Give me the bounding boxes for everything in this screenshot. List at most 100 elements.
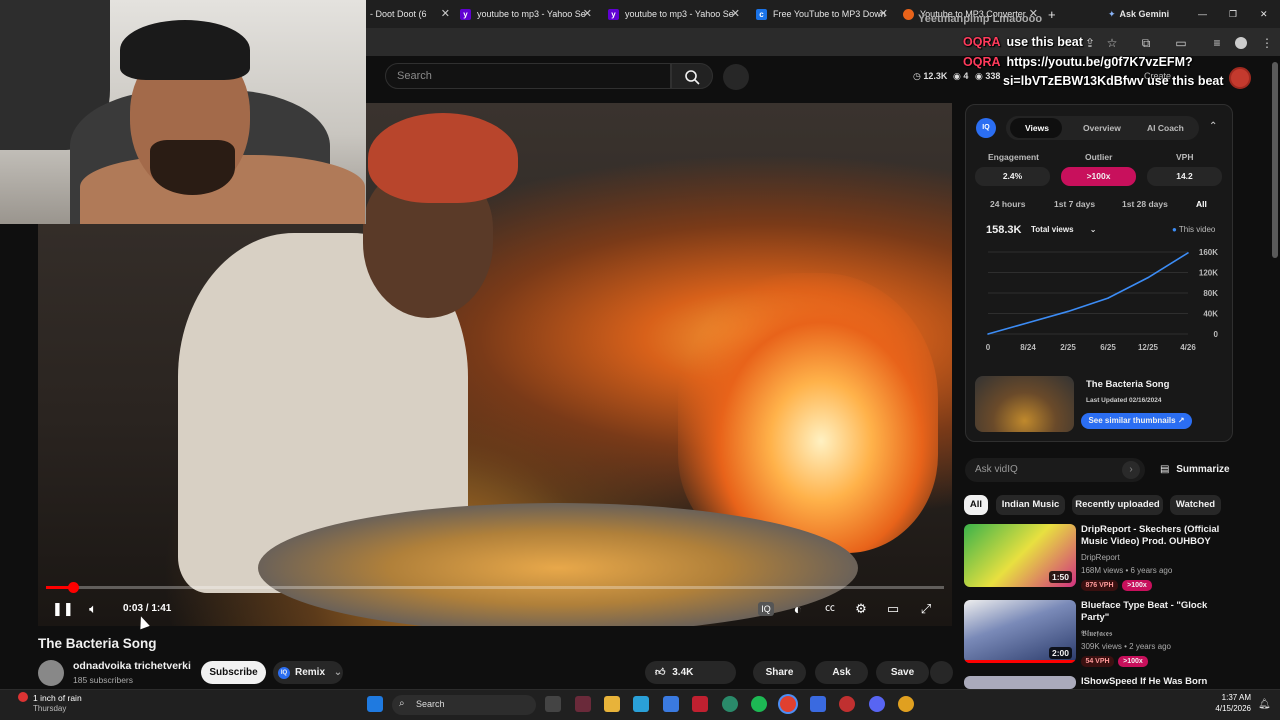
notification-bell-icon[interactable]: 🔔︎ (1258, 699, 1271, 711)
browser-tab-2[interactable]: y youtube to mp3 - Yahoo Se ✕ (460, 4, 592, 24)
search-input[interactable]: Search (385, 63, 671, 89)
chart-metric-select[interactable]: Total views ⌄ (1031, 225, 1096, 234)
task-view-icon[interactable] (545, 696, 561, 712)
side-panel-icon[interactable]: ▭ (1174, 36, 1188, 50)
more-actions-button[interactable] (930, 661, 953, 684)
close-tab-icon[interactable]: ✕ (583, 7, 592, 20)
see-similar-thumbnails-button[interactable]: See similar thumbnails ↗ (1081, 413, 1192, 429)
pause-icon[interactable]: ❚❚ (52, 599, 74, 619)
rec-title[interactable]: Blueface Type Beat - "Glock Party" (1081, 600, 1231, 624)
app-icon[interactable] (575, 696, 591, 712)
taskbar-search[interactable]: Search (392, 695, 536, 715)
chip-all[interactable]: All (964, 495, 988, 515)
volume-icon[interactable]: 🔈︎ (84, 599, 102, 619)
close-tab-icon[interactable]: ✕ (879, 7, 888, 20)
range-24h[interactable]: 24 hours (990, 199, 1025, 209)
clock-time[interactable]: 1:37 AM (1196, 693, 1251, 702)
weather-alert-icon[interactable] (18, 692, 28, 702)
share-page-icon[interactable]: ⇪ (1083, 36, 1097, 50)
ask-gemini-label: Ask Gemini (1119, 9, 1170, 19)
app-icon[interactable] (692, 696, 708, 712)
weather-label[interactable]: 1 inch of rain (33, 693, 82, 703)
minimize-icon[interactable]: — (1198, 4, 1208, 24)
ask-gemini-button[interactable]: ✦ Ask Gemini (1108, 4, 1178, 24)
time-display: 0:03 / 1:41 (123, 603, 172, 614)
range-28d[interactable]: 1st 28 days (1122, 199, 1168, 209)
chip-indian-music[interactable]: Indian Music (996, 495, 1065, 515)
ask-button[interactable]: Ask (815, 661, 868, 684)
close-tab-icon[interactable]: ✕ (441, 7, 450, 20)
like-button[interactable]: 👍︎ 3.4K (645, 661, 736, 684)
video-title: The Bacteria Song (38, 636, 157, 651)
range-all[interactable]: All (1196, 199, 1207, 209)
app-icon[interactable] (722, 696, 738, 712)
browser-tab-3[interactable]: y youtube to mp3 - Yahoo Se ✕ (608, 4, 740, 24)
range-7d[interactable]: 1st 7 days (1054, 199, 1095, 209)
rec-thumbnail[interactable] (964, 676, 1076, 689)
bookmark-star-icon[interactable]: ☆ (1105, 36, 1119, 50)
series-point (1027, 321, 1029, 324)
channel-name[interactable]: odnadvoika trichetverki (73, 660, 191, 672)
captions-icon[interactable]: ㏄ (821, 599, 839, 619)
share-button[interactable]: Share (753, 661, 806, 684)
file-explorer-icon[interactable] (604, 696, 620, 712)
y-tick-label: 40K (1203, 310, 1218, 319)
rec-outlier-badge: >100x (1118, 656, 1148, 667)
settings-gear-icon[interactable]: ⚙ (852, 599, 870, 619)
browser-menu-icon[interactable]: ⋮ (1260, 36, 1274, 50)
legend-label: This video (1178, 225, 1216, 234)
app-icon[interactable] (839, 696, 855, 712)
profile-icon[interactable] (1235, 37, 1247, 49)
progress-bar[interactable] (46, 582, 944, 593)
chip-watched[interactable]: Watched (1170, 495, 1221, 515)
tab-ai-coach[interactable]: AI Coach (1147, 123, 1184, 133)
remix-button[interactable]: IQ Remix ⌄ (273, 661, 343, 684)
autoplay-toggle[interactable]: ◐ (788, 599, 808, 619)
chip-recently-uploaded[interactable]: Recently uploaded (1072, 495, 1163, 515)
voice-search-button[interactable] (723, 64, 749, 90)
chrome-icon[interactable] (780, 696, 796, 712)
new-tab-icon[interactable]: + (1048, 4, 1062, 24)
edge-icon[interactable] (633, 696, 649, 712)
summarize-button[interactable]: ▤ Summarize (1160, 464, 1230, 475)
subscriber-count: 185 subscribers (73, 675, 134, 685)
browser-tab-1[interactable]: - Doot Doot (6 ✕ (370, 4, 450, 24)
save-button[interactable]: Save (876, 661, 929, 684)
miniplayer-icon[interactable]: ▭ (884, 599, 902, 619)
store-icon[interactable] (663, 696, 679, 712)
vidiq-player-icon[interactable]: IQ (758, 602, 774, 616)
collapse-icon[interactable]: ⌃ (1209, 121, 1217, 132)
ask-vidiq-input[interactable]: Ask vidIQ (965, 458, 1145, 482)
rec-title[interactable]: IShowSpeed If He Was Born (1081, 676, 1231, 688)
page-scrollbar[interactable] (1272, 62, 1278, 258)
discord-icon[interactable] (869, 696, 885, 712)
rec-thumbnail[interactable]: 2:00 (964, 600, 1076, 663)
spotify-icon[interactable] (751, 696, 767, 712)
subscribe-button[interactable]: Subscribe (201, 661, 266, 684)
fullscreen-icon[interactable]: ⤢ (917, 599, 935, 619)
channel-avatar[interactable] (38, 660, 64, 686)
rec-title[interactable]: DripReport - Skechers (Official Music Vi… (1081, 524, 1231, 548)
tab-views[interactable]: Views (1025, 123, 1049, 133)
tab-title: - Doot Doot (6 (370, 9, 427, 19)
account-avatar[interactable] (1229, 67, 1251, 89)
media-icon[interactable]: ≡ (1210, 36, 1224, 50)
rec-channel[interactable]: 𝕭𝖑𝖚𝖊𝖋𝖆𝖈𝖊𝖘 (1081, 629, 1112, 639)
maximize-icon[interactable]: ❐ (1229, 4, 1239, 24)
app-icon[interactable] (898, 696, 914, 712)
rec-thumbnail[interactable]: 1:50 (964, 524, 1076, 587)
close-tab-icon[interactable]: ✕ (731, 7, 740, 20)
close-window-icon[interactable]: ✕ (1260, 4, 1270, 24)
video-thumbnail[interactable] (975, 376, 1074, 432)
search-button[interactable] (671, 63, 713, 89)
browser-tab-4[interactable]: c Free YouTube to MP3 Down ✕ (756, 4, 888, 24)
rec-channel[interactable]: DripReport (1081, 553, 1120, 562)
like-count: 3.4K (672, 667, 694, 678)
rec-vph-badge: 876 VPH (1081, 580, 1118, 591)
extensions-icon[interactable]: ⧉ (1139, 36, 1153, 50)
scrubber-handle[interactable] (67, 582, 79, 593)
windows-start-icon[interactable] (367, 696, 383, 712)
send-arrow-icon[interactable]: › (1122, 461, 1140, 479)
tab-overview[interactable]: Overview (1083, 123, 1121, 133)
app-icon[interactable] (810, 696, 826, 712)
